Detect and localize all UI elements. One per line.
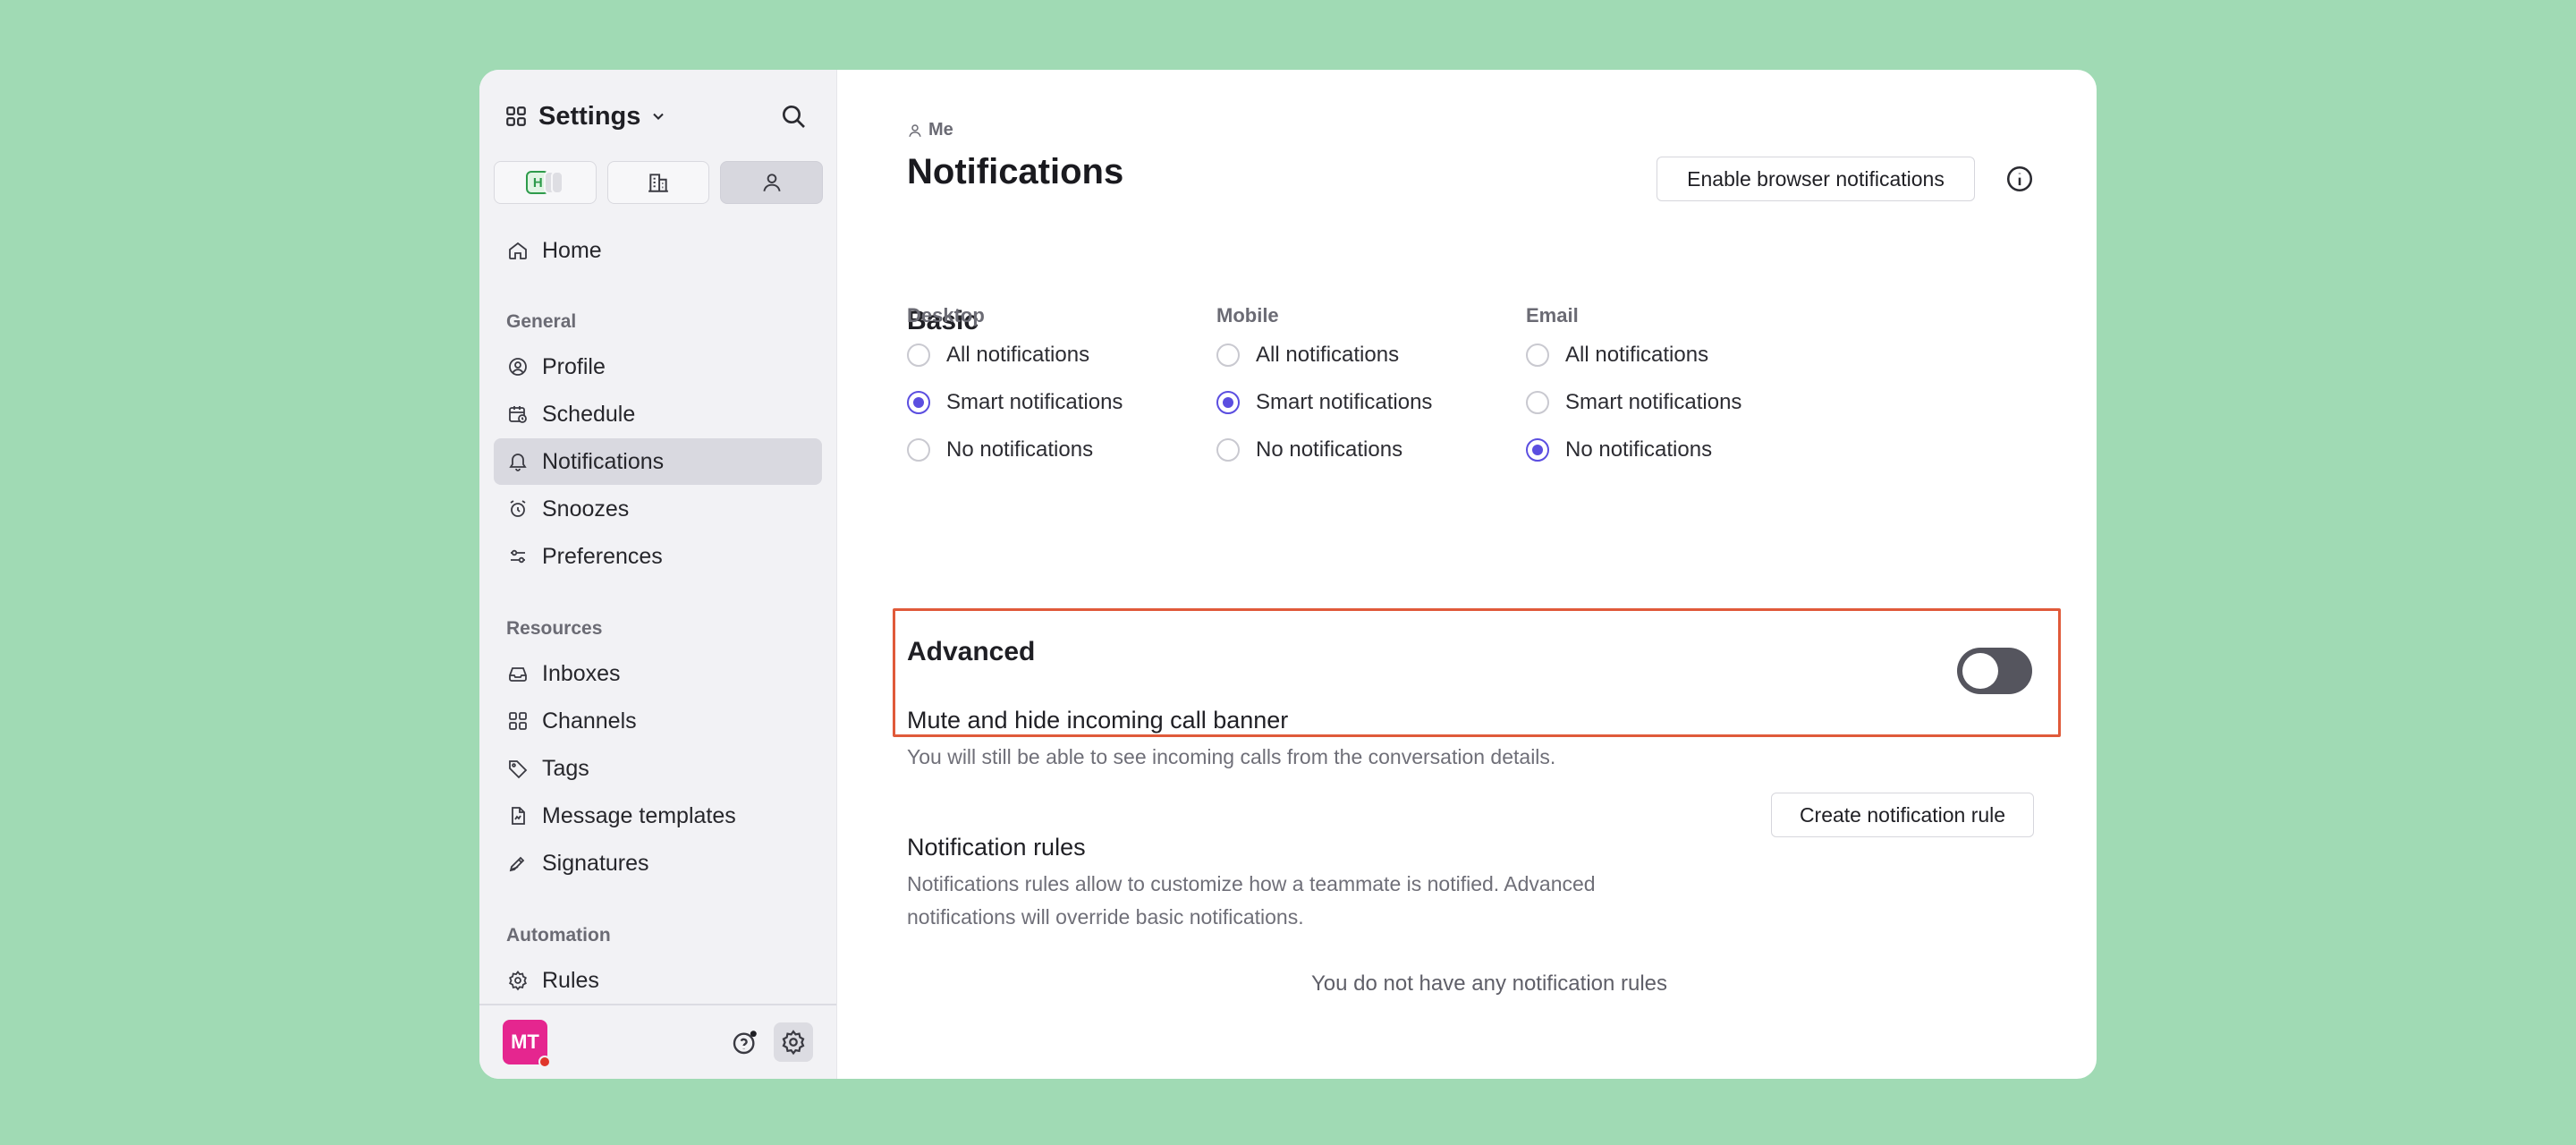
sidebar-item-signatures[interactable]: Signatures bbox=[494, 840, 822, 886]
notification-rules-title: Notification rules bbox=[907, 834, 1086, 861]
settings-window: Settings H Home General Profile Schedule… bbox=[479, 70, 2097, 1079]
empty-rules-message: You do not have any notification rules bbox=[1310, 971, 1668, 996]
enable-browser-notifications-button[interactable]: Enable browser notifications bbox=[1657, 157, 1975, 201]
sidebar-item-label: Profile bbox=[542, 353, 606, 379]
document-icon bbox=[506, 804, 530, 827]
sidebar-header: Settings bbox=[504, 95, 811, 138]
section-general: General bbox=[506, 311, 577, 332]
chevron-down-icon[interactable] bbox=[649, 107, 667, 125]
sidebar-item-snoozes[interactable]: Snoozes bbox=[494, 486, 822, 532]
status-dot bbox=[538, 1056, 551, 1068]
help-icon[interactable] bbox=[725, 1022, 765, 1062]
sidebar-item-label: Preferences bbox=[542, 543, 663, 569]
scope-personal-button[interactable] bbox=[720, 161, 824, 204]
mobile-all-radio[interactable]: All notifications bbox=[1216, 331, 1521, 378]
desktop-label: Desktop bbox=[907, 304, 985, 327]
mute-call-banner-toggle[interactable] bbox=[1957, 648, 2032, 694]
mobile-smart-radio[interactable]: Smart notifications bbox=[1216, 378, 1521, 426]
scope-company-button[interactable] bbox=[606, 161, 710, 204]
sidebar-item-label: Channels bbox=[542, 708, 637, 734]
info-icon[interactable] bbox=[2000, 159, 2039, 199]
desktop-smart-radio[interactable]: Smart notifications bbox=[907, 378, 1211, 426]
mobile-column: Mobile All notifications Smart notificat… bbox=[1216, 304, 1521, 473]
mobile-label: Mobile bbox=[1216, 304, 1279, 327]
sidebar-item-schedule[interactable]: Schedule bbox=[494, 391, 822, 437]
email-column: Email All notifications Smart notificati… bbox=[1526, 304, 1830, 473]
create-notification-rule-button[interactable]: Create notification rule bbox=[1771, 793, 2034, 837]
settings-title[interactable]: Settings bbox=[538, 102, 640, 131]
scope-switcher: H bbox=[494, 161, 824, 204]
scope-workspace-button[interactable]: H bbox=[494, 161, 597, 204]
email-all-radio[interactable]: All notifications bbox=[1526, 331, 1830, 378]
sidebar-item-label: Snoozes bbox=[542, 496, 630, 522]
main-content: Me Notifications Enable browser notifica… bbox=[837, 70, 2097, 1079]
sidebar-item-label: Home bbox=[542, 237, 602, 263]
sidebar-item-label: Signatures bbox=[542, 850, 649, 876]
apps-grid-icon[interactable] bbox=[504, 105, 528, 128]
desktop-none-radio[interactable]: No notifications bbox=[907, 426, 1211, 473]
sidebar-item-preferences[interactable]: Preferences bbox=[494, 533, 822, 580]
sidebar-item-channels[interactable]: Channels bbox=[494, 698, 822, 744]
sidebar-item-tags[interactable]: Tags bbox=[494, 745, 822, 792]
sidebar-item-label: Notifications bbox=[542, 448, 665, 474]
breadcrumb: Me bbox=[907, 120, 953, 140]
mobile-none-radio[interactable]: No notifications bbox=[1216, 426, 1521, 473]
sidebar-item-notifications[interactable]: Notifications bbox=[494, 438, 822, 485]
sidebar-item-label: Inboxes bbox=[542, 660, 621, 686]
sliders-icon bbox=[506, 545, 530, 568]
search-icon[interactable] bbox=[775, 98, 811, 134]
sidebar-footer: MT bbox=[479, 1004, 836, 1079]
sidebar-item-label: Schedule bbox=[542, 401, 636, 427]
email-none-radio[interactable]: No notifications bbox=[1526, 426, 1830, 473]
sidebar: Settings H Home General Profile Schedule… bbox=[479, 70, 837, 1079]
settings-gear-icon[interactable] bbox=[774, 1022, 813, 1062]
inbox-stack-icon bbox=[506, 662, 530, 685]
notification-rules-description-line-1: Notifications rules allow to customize h… bbox=[907, 872, 1596, 895]
sidebar-item-home[interactable]: Home bbox=[494, 227, 822, 274]
breadcrumb-label[interactable]: Me bbox=[928, 120, 953, 140]
email-label: Email bbox=[1526, 304, 1579, 327]
building-icon bbox=[647, 171, 670, 194]
pen-nib-icon bbox=[506, 852, 530, 875]
email-smart-radio[interactable]: Smart notifications bbox=[1526, 378, 1830, 426]
avatar-initials: MT bbox=[511, 1030, 539, 1053]
tag-icon bbox=[506, 757, 530, 780]
sidebar-item-rules[interactable]: Rules bbox=[494, 957, 822, 1004]
notification-rules-description-line-2: notifications will override basic notifi… bbox=[907, 905, 1304, 929]
sidebar-item-profile[interactable]: Profile bbox=[494, 344, 822, 390]
sidebar-item-label: Tags bbox=[542, 755, 589, 781]
profile-icon bbox=[506, 355, 530, 378]
bell-icon bbox=[506, 450, 530, 473]
mute-call-banner-description: You will still be able to see incoming c… bbox=[907, 745, 1556, 768]
sidebar-item-label: Message templates bbox=[542, 802, 736, 828]
person-icon bbox=[760, 171, 784, 194]
section-resources: Resources bbox=[506, 618, 603, 639]
page-title: Notifications bbox=[907, 152, 1124, 191]
mute-call-banner-title: Mute and hide incoming call banner bbox=[907, 707, 1289, 734]
sidebar-item-inboxes[interactable]: Inboxes bbox=[494, 650, 822, 697]
desktop-all-radio[interactable]: All notifications bbox=[907, 331, 1211, 378]
sidebar-item-message-templates[interactable]: Message templates bbox=[494, 793, 822, 839]
toggle-knob bbox=[1962, 653, 1998, 689]
avatar[interactable]: MT bbox=[503, 1020, 551, 1068]
calendar-clock-icon bbox=[506, 403, 530, 426]
desktop-column: Desktop All notifications Smart notifica… bbox=[907, 304, 1211, 473]
person-icon bbox=[907, 123, 923, 139]
gear-icon bbox=[506, 969, 530, 992]
section-automation: Automation bbox=[506, 925, 611, 946]
grid-icon bbox=[506, 709, 530, 733]
home-icon bbox=[506, 239, 530, 262]
sidebar-item-label: Rules bbox=[542, 967, 599, 993]
alarm-clock-icon bbox=[506, 497, 530, 521]
